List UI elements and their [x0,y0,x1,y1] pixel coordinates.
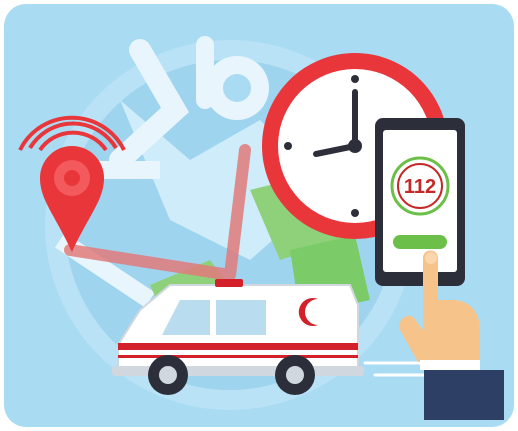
emergency-call-illustration: 112 [4,4,514,427]
smartphone-icon: 112 [375,118,465,286]
call-button[interactable] [393,235,447,249]
emergency-number-label: 112 [404,176,436,198]
